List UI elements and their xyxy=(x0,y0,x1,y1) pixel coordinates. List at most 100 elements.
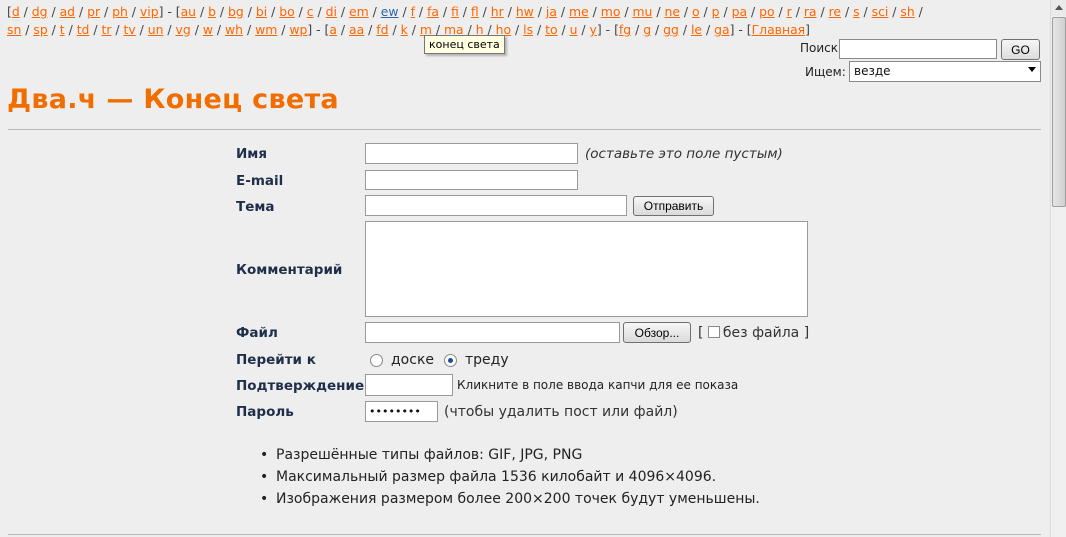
board-link-ew[interactable]: ew xyxy=(381,4,399,19)
board-link-y[interactable]: y xyxy=(590,22,597,37)
captcha-hint: Кликните в поле ввода капчи для ее показ… xyxy=(457,378,739,392)
nav-separator: / xyxy=(135,22,148,37)
board-link-le[interactable]: le xyxy=(691,22,702,37)
file-path-field[interactable] xyxy=(365,322,620,343)
vertical-scrollbar[interactable] xyxy=(1050,0,1066,537)
board-link-bi[interactable]: bi xyxy=(256,4,267,19)
board-link-em[interactable]: em xyxy=(349,4,369,19)
search-scope-select[interactable]: везде xyxy=(849,61,1041,82)
email-field[interactable] xyxy=(365,170,578,190)
browse-button[interactable]: Обзор... xyxy=(623,322,691,343)
board-link-mo[interactable]: mo xyxy=(601,4,621,19)
board-link-bo[interactable]: bo xyxy=(279,4,294,19)
board-link-d[interactable]: d xyxy=(12,4,20,19)
board-link-ra[interactable]: ra xyxy=(804,4,817,19)
goto-thread-radio[interactable] xyxy=(444,354,457,367)
board-link-a[interactable]: a xyxy=(329,22,337,37)
nav-separator: / xyxy=(100,4,113,19)
password-value: •••••••• xyxy=(369,405,421,418)
password-field[interactable]: •••••••• xyxy=(365,401,438,422)
board-link-ne[interactable]: ne xyxy=(664,4,679,19)
board-link-tv[interactable]: tv xyxy=(124,22,136,37)
nav-separator: / xyxy=(398,4,411,19)
submit-button[interactable]: Отправить xyxy=(633,196,714,216)
board-link-un[interactable]: un xyxy=(148,22,164,37)
board-link-to[interactable]: to xyxy=(545,22,557,37)
board-link-ga[interactable]: ga xyxy=(714,22,729,37)
nav-separator: / xyxy=(478,4,491,19)
board-link-fl[interactable]: fl xyxy=(471,4,479,19)
board-link-ja[interactable]: ja xyxy=(546,4,557,19)
divider xyxy=(8,129,1041,130)
board-link-k[interactable]: k xyxy=(401,22,408,37)
board-link-wp[interactable]: wp xyxy=(289,22,307,37)
comment-textarea[interactable] xyxy=(365,221,808,317)
board-link-ad[interactable]: ad xyxy=(60,4,75,19)
board-link-fg[interactable]: fg xyxy=(619,22,631,37)
board-link-w[interactable]: w xyxy=(203,22,213,37)
board-link-tr[interactable]: tr xyxy=(101,22,111,37)
nav-separator: / xyxy=(557,22,570,37)
scroll-up-icon[interactable] xyxy=(1051,0,1066,16)
captcha-field[interactable] xyxy=(365,374,453,396)
board-link-mu[interactable]: mu xyxy=(632,4,652,19)
board-link-aa[interactable]: aa xyxy=(349,22,364,37)
board-link-b[interactable]: b xyxy=(208,4,216,19)
board-link-wm[interactable]: wm xyxy=(255,22,277,37)
board-link-hr[interactable]: hr xyxy=(491,4,504,19)
board-link-c[interactable]: c xyxy=(307,4,314,19)
scroll-thumb[interactable] xyxy=(1052,17,1066,207)
nav-separator: / xyxy=(336,4,349,19)
nav-separator: / xyxy=(243,22,256,37)
board-link-vip[interactable]: vip xyxy=(140,4,159,19)
board-link-pa[interactable]: pa xyxy=(732,4,747,19)
search-input[interactable] xyxy=(839,39,997,59)
board-link-re[interactable]: re xyxy=(829,4,841,19)
nav-separator: / xyxy=(196,4,209,19)
board-link-sh[interactable]: sh xyxy=(900,4,914,19)
comment-label: Комментарий xyxy=(236,262,343,278)
board-link-sp[interactable]: sp xyxy=(33,22,47,37)
board-link-po[interactable]: po xyxy=(759,4,774,19)
search-go-button[interactable]: GO xyxy=(1001,39,1040,60)
nav-separator: / xyxy=(364,22,377,37)
board-link-fi[interactable]: fi xyxy=(451,4,459,19)
nav-separator: / xyxy=(719,4,732,19)
nav-separator: ] - [ xyxy=(729,22,752,37)
board-link-sci[interactable]: sci xyxy=(872,4,889,19)
board-link-wh[interactable]: wh xyxy=(225,22,243,37)
nav-separator: / xyxy=(47,4,60,19)
no-file-checkbox[interactable] xyxy=(707,326,720,338)
rules-list: Разрешённые типы файлов: GIF, JPG, PNG М… xyxy=(260,445,760,511)
board-link-td[interactable]: td xyxy=(77,22,90,37)
board-link-fd[interactable]: fd xyxy=(376,22,388,37)
board-link-ph[interactable]: ph xyxy=(112,4,128,19)
board-link-home[interactable]: Главная xyxy=(752,22,806,37)
board-link-pr[interactable]: pr xyxy=(87,4,100,19)
board-link-p[interactable]: p xyxy=(712,4,720,19)
nav-separator: / xyxy=(651,22,664,37)
nav-separator: / xyxy=(19,4,32,19)
name-field[interactable] xyxy=(365,143,578,164)
goto-board-label: доске xyxy=(391,352,435,368)
nav-separator: / xyxy=(533,4,546,19)
board-link-gg[interactable]: gg xyxy=(663,22,679,37)
nav-separator: / xyxy=(111,22,124,37)
board-link-fa[interactable]: fa xyxy=(427,4,439,19)
board-link-ls[interactable]: ls xyxy=(523,22,533,37)
goto-board-radio[interactable] xyxy=(370,354,383,367)
board-link-hw[interactable]: hw xyxy=(516,4,534,19)
subject-field[interactable] xyxy=(365,195,627,216)
nav-separator: / xyxy=(388,22,401,37)
board-link-dg[interactable]: dg xyxy=(32,4,48,19)
board-link-di[interactable]: di xyxy=(326,4,337,19)
board-link-g[interactable]: g xyxy=(643,22,651,37)
board-link-sn[interactable]: sn xyxy=(7,22,21,37)
nav-separator: / xyxy=(841,4,854,19)
board-link-me[interactable]: me xyxy=(569,4,589,19)
board-link-bg[interactable]: bg xyxy=(228,4,244,19)
nav-separator: ] - [ xyxy=(158,4,181,19)
board-link-o[interactable]: o xyxy=(692,4,700,19)
board-link-vg[interactable]: vg xyxy=(176,22,191,37)
board-link-au[interactable]: au xyxy=(181,4,196,19)
